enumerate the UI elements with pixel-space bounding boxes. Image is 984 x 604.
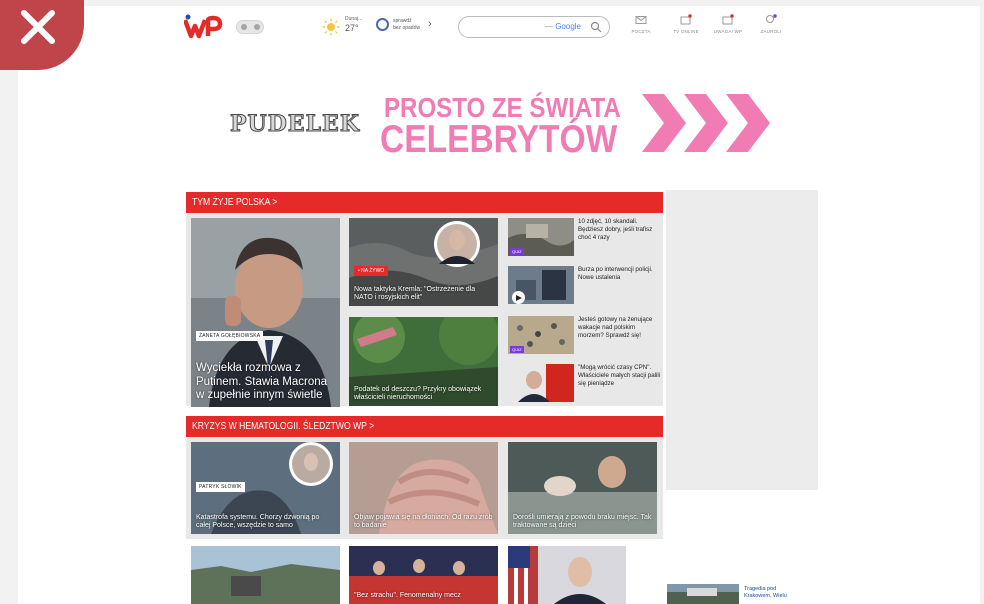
user-icon xyxy=(766,14,777,23)
story-title: Dorośli umierają z powodu braku miejsc. … xyxy=(513,513,652,529)
play-button[interactable] xyxy=(512,291,525,304)
nav-poczta[interactable]: POCZTA xyxy=(621,14,661,44)
play-icon xyxy=(516,294,522,301)
sidebar-story-thumb[interactable] xyxy=(667,584,739,604)
pudelek-logo: PUDELEK xyxy=(230,111,360,138)
quiz-badge: QUIZ xyxy=(510,346,524,353)
nav-uwaga-wp[interactable]: UWAGA! WP xyxy=(708,14,748,44)
alert-icon xyxy=(722,14,734,25)
small-story[interactable]: Burza po interwencji policji. Nowe ustal… xyxy=(508,266,663,308)
section-header-kryzys-w-hematologii[interactable]: KRYZYS W HEMATOLOGII. ŚLEDZTWO WP > xyxy=(186,416,663,437)
toggle-dot-icon xyxy=(240,24,247,30)
story-title: Objaw pojawia się na dłoniach. Od razu z… xyxy=(354,513,493,529)
air-quality-line2: bez opadów xyxy=(393,25,420,31)
section-title: TYM ŻYJE POLSKA > xyxy=(192,197,278,208)
search-provider: — Google xyxy=(544,22,581,31)
chevron-right-icon: › xyxy=(428,18,432,30)
sidebar-ad-placeholder xyxy=(666,190,818,490)
search-input[interactable]: — Google xyxy=(458,16,610,38)
small-story[interactable]: "Mogą wrócić czasy CPN". Właściciele mał… xyxy=(508,364,663,406)
story-tile[interactable] xyxy=(191,546,340,604)
mail-icon xyxy=(635,16,647,24)
weather-widget[interactable]: Dunaj... 27° xyxy=(322,14,374,42)
weather-temp: 27° xyxy=(345,23,359,33)
air-quality-line1: sprawdź xyxy=(393,18,412,24)
story-image xyxy=(191,546,340,604)
nav-tv-online[interactable]: TV ONLINE xyxy=(666,14,706,44)
nav-label: UWAGA! WP xyxy=(713,29,743,34)
sun-icon xyxy=(322,18,340,36)
live-badge: • NA ŻYWO xyxy=(354,266,389,276)
banner-headline-line2: CELEBRYTÓW xyxy=(380,118,618,161)
story-title: Katastrofa systemu. Chorzy dzwonią po ca… xyxy=(196,513,320,529)
nav-label: ZAUROLI xyxy=(760,29,782,34)
nav-label: POCZTA xyxy=(631,29,651,34)
theme-toggle[interactable] xyxy=(236,20,264,34)
author-tag: PATRYK SŁOWIK xyxy=(196,482,245,492)
story-title: Nowa taktyka Kremla: "Ostrzeżenie dla NA… xyxy=(354,285,476,301)
story-title: "Bez strachu". Fenomenalny mecz xyxy=(354,591,461,599)
toggle-dot-icon xyxy=(253,24,260,30)
hero-story[interactable]: ŻANETA GOŁĘBIOWSKA Wyciekła rozmowa z Pu… xyxy=(191,218,340,407)
wp-logo[interactable] xyxy=(184,14,226,40)
hero-title: Wyciekła rozmowa z Putinem. Stawia Macro… xyxy=(196,362,328,402)
tv-icon xyxy=(680,14,692,25)
story-tile[interactable]: Podatek od deszczu? Przykry obowiązek wł… xyxy=(349,317,498,406)
section-title: KRYZYS W HEMATOLOGII. ŚLEDZTWO WP > xyxy=(192,421,375,432)
small-story[interactable]: QUIZ Jesteś gotowy na żenujące wakacje n… xyxy=(508,316,663,358)
story-image xyxy=(508,546,657,604)
small-story-thumb xyxy=(508,364,574,402)
air-quality-icon xyxy=(376,18,389,31)
weather-location: Dunaj... xyxy=(345,16,363,22)
pudelek-banner[interactable]: PUDELEK PROSTO ZE ŚWIATA CELEBRYTÓW xyxy=(18,86,980,161)
story-tile[interactable]: Dorośli umierają z powodu braku miejsc. … xyxy=(508,442,657,534)
small-story-text: Jesteś gotowy na żenujące wakacje nad po… xyxy=(578,316,653,340)
section-header-tym-zyje-polska[interactable]: TYM ŻYJE POLSKA > xyxy=(186,192,663,213)
search-icon[interactable] xyxy=(590,21,602,33)
close-icon xyxy=(21,10,55,44)
page: Dunaj... 27° sprawdź bez opadów › — Goog… xyxy=(18,6,980,604)
small-story-text: Burza po interwencji policji. Nowe ustal… xyxy=(578,266,653,282)
chevron-arrows-icon xyxy=(642,94,770,152)
quiz-badge: QUIZ xyxy=(510,248,524,255)
story-tile[interactable]: PATRYK SŁOWIK Katastrofa systemu. Chorzy… xyxy=(191,442,340,534)
story-title: Podatek od deszczu? Przykry obowiązek wł… xyxy=(354,385,482,401)
sidebar-story-text[interactable]: Tragedia pod Krakowem. Wielu xyxy=(744,586,804,600)
small-story[interactable]: QUIZ 10 zdjęć, 10 skandali. Będziesz dob… xyxy=(508,218,663,260)
nav-zauroli[interactable]: ZAUROLI xyxy=(751,14,791,44)
nav-label: TV ONLINE xyxy=(673,29,699,34)
author-tag: ŻANETA GOŁĘBIOWSKA xyxy=(196,331,264,341)
story-tile[interactable]: "Bez strachu". Fenomenalny mecz xyxy=(349,546,498,604)
site-header: Dunaj... 27° sprawdź bez opadów › — Goog… xyxy=(18,6,980,52)
story-tile[interactable] xyxy=(508,546,657,604)
small-story-text: 10 zdjęć, 10 skandali. Będziesz dobry, j… xyxy=(578,218,653,242)
story-tile[interactable]: Objaw pojawia się na dłoniach. Od razu z… xyxy=(349,442,498,534)
air-quality-widget[interactable]: sprawdź bez opadów › xyxy=(376,16,438,40)
small-story-text: "Mogą wrócić czasy CPN". Właściciele mał… xyxy=(578,364,661,388)
story-tile[interactable]: • NA ŻYWO Nowa taktyka Kremla: "Ostrzeże… xyxy=(349,218,498,306)
